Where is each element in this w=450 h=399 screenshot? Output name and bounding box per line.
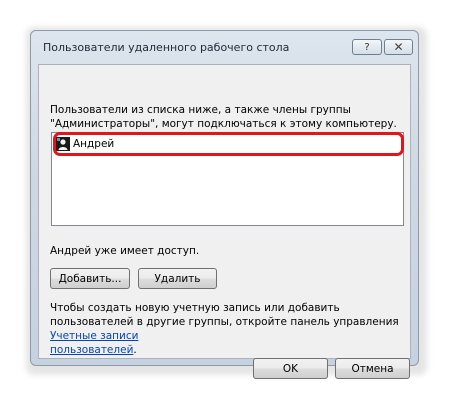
close-icon: ✕ (393, 40, 404, 54)
highlight-box (53, 132, 404, 156)
ok-button[interactable]: OK (253, 358, 328, 379)
help-icon: ? (364, 41, 370, 53)
dialog-title: Пользователи удаленного рабочего стола (43, 41, 290, 54)
close-button[interactable]: ✕ (384, 39, 413, 55)
cancel-button[interactable]: Отмена (335, 358, 410, 379)
remove-button[interactable]: Удалить (138, 268, 217, 289)
dialog-client-area: Пользователи из списка ниже, а также чле… (38, 64, 411, 379)
user-accounts-link[interactable]: Учетные записи пользователей (50, 330, 138, 356)
add-button[interactable]: Добавить... (50, 268, 130, 289)
hint-text: Чтобы создать новую учетную запись или д… (50, 302, 399, 356)
hint-body: Чтобы создать новую учетную запись или д… (50, 302, 399, 328)
description-text: Пользователи из списка ниже, а также чле… (50, 104, 397, 130)
remote-desktop-users-dialog: Пользователи удаленного рабочего стола ?… (30, 30, 419, 379)
help-button[interactable]: ? (352, 39, 382, 55)
status-text: Андрей уже имеет доступ. (50, 245, 200, 257)
